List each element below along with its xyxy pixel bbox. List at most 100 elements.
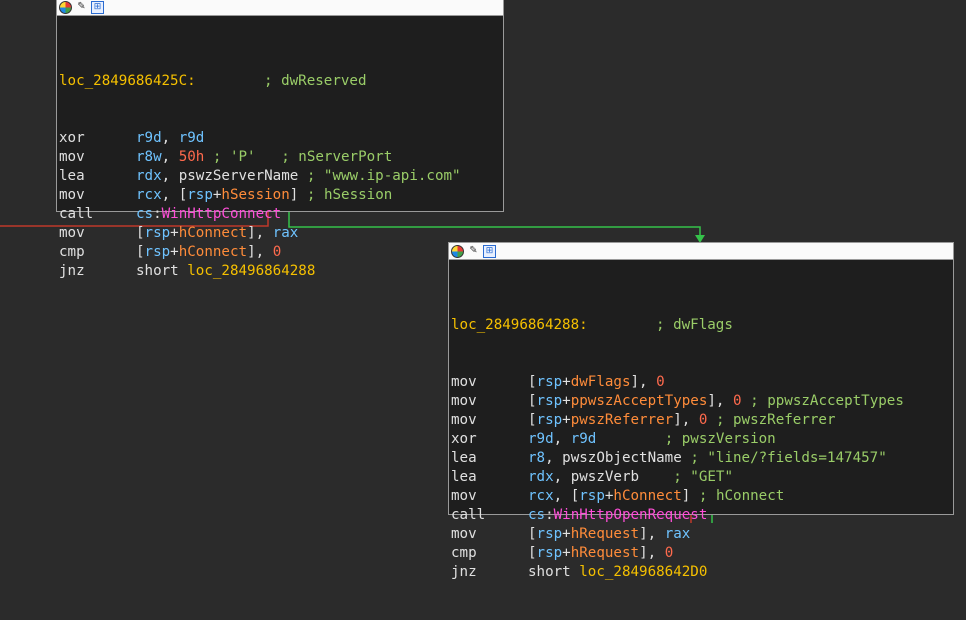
graph-overview-icon[interactable]: ⊞ [91, 0, 104, 14]
immediate-value: 0 [272, 244, 282, 260]
comment: ; hConnect [698, 488, 785, 504]
imported-function[interactable]: WinHttpOpenRequest [554, 507, 708, 523]
instruction-line[interactable]: jnz short loc_28496864288 [59, 262, 503, 281]
operand-text [707, 412, 716, 428]
instruction-line[interactable]: mov [rsp+hConnect], rax [59, 224, 503, 243]
mnemonic: xor [59, 130, 85, 146]
operand-text: , pwszVerb [553, 469, 674, 485]
mnemonic: lea [451, 450, 477, 466]
graph-overview-icon[interactable]: ⊞ [483, 244, 496, 258]
instruction-line[interactable]: mov rcx, [rsp+hSession] ; hSession [59, 186, 503, 205]
register: rsp [536, 545, 563, 561]
register: r9d [178, 130, 205, 146]
register: rsp [579, 488, 605, 504]
node-color-icon[interactable] [451, 244, 464, 258]
jump-target-label[interactable]: loc_284968642D0 [579, 564, 707, 580]
register: rcx [528, 488, 554, 504]
immediate-value: 0 [656, 374, 665, 390]
register: cs [136, 206, 154, 222]
imported-function[interactable]: WinHttpConnect [162, 206, 282, 222]
instruction-line[interactable]: cmp [rsp+hRequest], 0 [451, 544, 953, 563]
operand-text: ], [247, 225, 273, 241]
operand-text: [ [136, 225, 145, 241]
mnemonic: jnz [59, 263, 85, 279]
location-label-line: loc_2849686425C: ; dwReserved [59, 72, 503, 91]
mnemonic: mov [451, 393, 477, 409]
register: r8w [136, 149, 162, 165]
register: r9d [136, 130, 162, 146]
graph-node-open-request[interactable]: ✎ ⊞ loc_28496864288: ; dwFlags mov [rsp+d… [448, 242, 954, 580]
instruction-line[interactable]: jnz short loc_284968642D0 [451, 563, 953, 582]
instruction-line[interactable]: lea rdx, pswzServerName ; "www.ip-api.com… [59, 167, 503, 186]
comment: ; pwszVersion [664, 431, 776, 447]
operand-text: ] [289, 187, 307, 203]
operand-text: ], [673, 412, 699, 428]
mnemonic: cmp [451, 545, 477, 561]
instruction-line[interactable]: mov [rsp+ppwszAcceptTypes], 0 ; ppwszAcce… [451, 392, 953, 411]
stack-variable[interactable]: hSession [221, 187, 289, 203]
stack-variable[interactable]: dwFlags [571, 374, 631, 390]
comment: ; hSession [306, 187, 393, 203]
register: rsp [187, 187, 213, 203]
mnemonic: call [59, 206, 94, 222]
node-color-icon[interactable] [59, 0, 72, 14]
instruction-line[interactable]: xor r9d, r9d ; pwszVersion [451, 430, 953, 449]
instruction-line[interactable]: mov r8w, 50h ; 'P' ; nServerPort [59, 148, 503, 167]
operand-text [596, 431, 664, 447]
register: rsp [536, 412, 563, 428]
register: rax [272, 225, 299, 241]
instruction-line[interactable]: lea rdx, pwszVerb ; "GET" [451, 468, 953, 487]
operand-text: : [153, 206, 162, 222]
stack-variable[interactable]: hRequest [571, 545, 639, 561]
instruction-line[interactable]: call cs:WinHttpOpenRequest [451, 506, 953, 525]
mnemonic: call [451, 507, 486, 523]
operand-text: , pswzServerName [161, 168, 307, 184]
register: rsp [144, 244, 171, 260]
operand-text: [ [528, 526, 537, 542]
operand-text: ] [681, 488, 699, 504]
instruction-line[interactable]: call cs:WinHttpConnect [59, 205, 503, 224]
operand-text: [ [136, 244, 145, 260]
location-label[interactable]: loc_28496864288: [451, 317, 588, 333]
register: r9d [528, 431, 554, 447]
stack-variable[interactable]: hConnect [179, 244, 247, 260]
stack-variable[interactable]: hRequest [571, 526, 639, 542]
rename-icon[interactable]: ✎ [467, 245, 480, 258]
comment: ; "www.ip-api.com" [306, 168, 461, 184]
operand-text: + [170, 244, 179, 260]
operand-text: , [161, 149, 179, 165]
register: rsp [536, 526, 563, 542]
mnemonic: mov [451, 412, 477, 428]
stack-variable[interactable]: hConnect [613, 488, 681, 504]
instruction-line[interactable]: mov rcx, [rsp+hConnect] ; hConnect [451, 487, 953, 506]
stack-variable[interactable]: ppwszAcceptTypes [571, 393, 708, 409]
instruction-line[interactable]: mov [rsp+pwszReferrer], 0 ; pwszReferrer [451, 411, 953, 430]
jump-target-label[interactable]: loc_28496864288 [187, 263, 315, 279]
comment: ; pwszReferrer [715, 412, 836, 428]
mnemonic: mov [59, 225, 85, 241]
instruction-line[interactable]: lea r8, pwszObjectName ; "line/?fields=14… [451, 449, 953, 468]
operand-text: [ [528, 412, 537, 428]
instruction-line[interactable]: mov [rsp+dwFlags], 0 [451, 373, 953, 392]
mnemonic: lea [59, 168, 85, 184]
graph-node-connect[interactable]: ✎ ⊞ loc_2849686425C: ; dwReserved xor r9d… [56, 0, 504, 279]
mnemonic: mov [451, 374, 477, 390]
stack-variable[interactable]: pwszReferrer [571, 412, 674, 428]
mnemonic: cmp [59, 244, 85, 260]
instruction-line[interactable]: cmp [rsp+hConnect], 0 [59, 243, 503, 262]
node-header: ✎ ⊞ [57, 0, 503, 16]
operand-text: short [528, 564, 580, 580]
operand-text: , [161, 130, 179, 146]
comment: ; "GET" [673, 469, 734, 485]
operand-text [742, 393, 751, 409]
instruction-line[interactable]: xor r9d, r9d [59, 129, 503, 148]
operand-text: ], [707, 393, 734, 409]
stack-variable[interactable]: hConnect [179, 225, 247, 241]
operand-text: [ [528, 374, 537, 390]
operand-text: + [562, 545, 571, 561]
instruction-line[interactable]: mov [rsp+hRequest], rax [451, 525, 953, 544]
rename-icon[interactable]: ✎ [75, 1, 88, 14]
register: rax [664, 526, 691, 542]
location-label[interactable]: loc_2849686425C: [59, 73, 196, 89]
mnemonic: jnz [451, 564, 477, 580]
